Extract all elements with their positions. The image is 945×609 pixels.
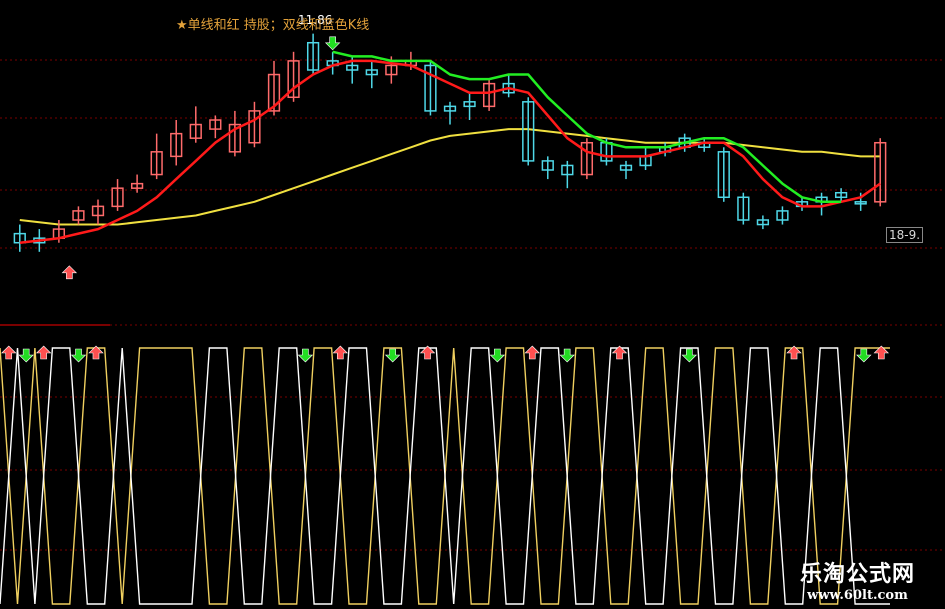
candle-38 [756,215,770,230]
oscillator-signal-up-arrow-6 [332,345,349,360]
candle-24 [482,79,496,111]
candle-21 [424,60,437,116]
oscillator-layer [0,347,890,605]
price-signal-up-arrow-0 [61,265,78,280]
oscillator-signal-down-arrow-3 [70,348,87,363]
oscillator-signal-up-arrow-0 [1,345,17,360]
oscillator-signal-down-arrow-9 [489,348,506,363]
candle-28 [561,160,574,189]
candle-7 [150,133,163,180]
candle-5 [111,179,124,211]
oscillator-signal-up-arrow-10 [524,345,540,360]
candle-16 [326,51,339,75]
candle-37 [737,192,750,225]
candle-8 [170,120,183,166]
oscillator-signal-down-arrow-13 [681,348,698,363]
signal-lines-layer [19,50,881,244]
candle-36 [717,147,730,202]
candlestick-layer [13,33,887,252]
moving-average-layer [19,128,881,226]
oscillator-signal-down-arrow-15 [856,348,872,363]
candle-41 [815,192,828,216]
candle-27 [541,156,554,180]
candle-10 [209,115,222,139]
candle-12 [248,101,261,148]
oscillator-signal-down-arrow-7 [384,348,401,363]
candle-44 [874,138,887,207]
signal-markers-layer [61,36,341,280]
oscillator-signal-down-arrow-5 [297,348,314,363]
candle-15 [306,33,320,75]
series-line-0 [19,59,881,244]
candle-18 [365,60,378,89]
oscillator-signal-down-arrow-1 [18,348,34,363]
candle-26 [522,97,535,166]
last-price-tag: 18-9. [886,227,924,243]
price-signal-down-arrow-1 [324,36,341,51]
candle-25 [502,74,515,98]
candle-3 [72,206,85,225]
candle-23 [463,92,476,120]
series-line-2 [19,128,881,226]
oscillator-signal-down-arrow-11 [559,348,575,363]
candle-4 [91,199,105,225]
watermark-url: www.60lt.com [807,588,908,603]
candle-9 [189,106,202,143]
oscillator-signal-up-arrow-2 [35,345,52,360]
oscillator-line-1 [0,347,890,605]
candle-14 [287,51,300,102]
candle-33 [658,142,672,157]
candle-31 [619,160,633,180]
candle-39 [776,206,789,225]
candle-32 [639,147,652,170]
candle-29 [580,138,594,180]
site-watermark: 乐淘公式网 www.60lt.com [800,556,915,603]
candle-22 [443,101,457,125]
watermark-title: 乐淘公式网 [799,561,915,587]
chart-canvas: 11.86 [0,13,945,605]
strategy-legend: ★单线和红 持股；双线和蓝色K线 [176,18,370,33]
